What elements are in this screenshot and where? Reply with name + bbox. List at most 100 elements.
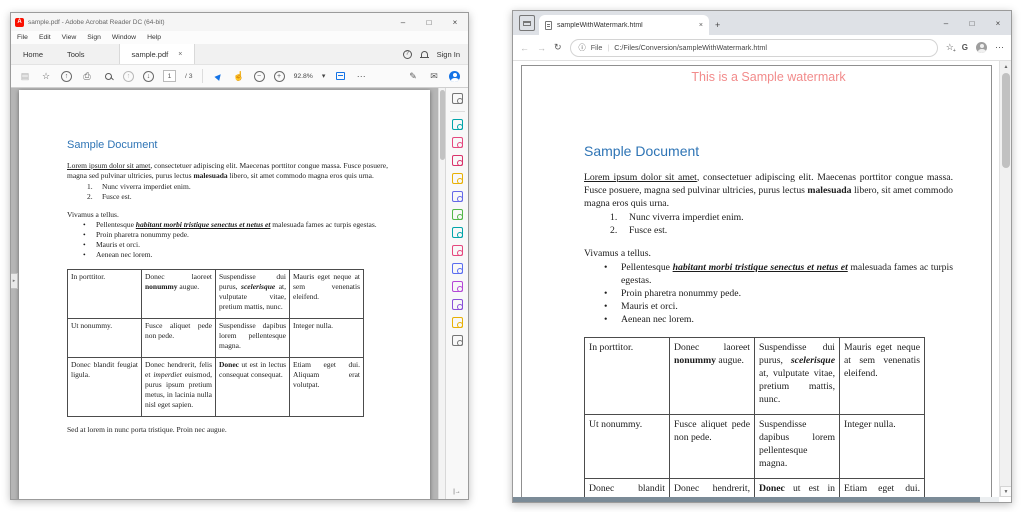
edge-minimize-button[interactable]: – — [933, 11, 959, 35]
table-row: In porttitor.Donec laoreet nonummy augue… — [68, 270, 364, 319]
sign-in-button[interactable]: Sign In — [437, 50, 460, 59]
acrobat-logo-icon: A — [15, 18, 24, 27]
menu-file[interactable]: File — [17, 34, 28, 41]
html-document: Sample DocumentLorem ipsum dolor sit ame… — [584, 142, 953, 502]
fill-sign-icon[interactable] — [452, 245, 463, 256]
tab-actions-menu-icon[interactable] — [519, 15, 535, 31]
menu-window[interactable]: Window — [112, 34, 136, 41]
acrobat-window: A sample.pdf - Adobe Acrobat Reader DC (… — [10, 12, 469, 500]
profile-avatar-icon[interactable] — [976, 42, 987, 53]
more-tools-icon[interactable]: ⋯ — [355, 70, 367, 82]
table-cell: Suspendisse dapibus lorem pellentesque m… — [216, 319, 290, 358]
zoom-caret-icon[interactable]: ▾ — [322, 72, 325, 80]
comment-icon[interactable] — [452, 173, 463, 184]
zoom-level-select[interactable]: 92.8% — [294, 73, 313, 80]
edge-tab-close-icon[interactable]: × — [699, 22, 703, 29]
table-cell: Donec blandit feugiat ligula. — [68, 358, 142, 417]
export-pdf-icon[interactable] — [452, 119, 463, 130]
maximize-button[interactable]: □ — [416, 18, 442, 27]
combine-files-icon[interactable] — [452, 191, 463, 202]
tab-home[interactable]: Home — [11, 44, 55, 64]
organize-pages-icon[interactable] — [452, 209, 463, 220]
certificates-icon[interactable] — [452, 299, 463, 310]
help-icon[interactable]: ? — [403, 50, 412, 59]
hand-tool-icon[interactable]: ☝ — [233, 70, 245, 82]
page-number-input[interactable]: 1 — [163, 70, 176, 82]
previous-page-icon[interactable]: ↑ — [123, 71, 134, 82]
fit-width-icon[interactable] — [334, 70, 346, 82]
tools-sidebar: |→ — [445, 88, 468, 499]
table-cell: Ut nonummy. — [68, 319, 142, 358]
scroll-down-icon[interactable]: ▼ — [1000, 486, 1011, 497]
tab-document[interactable]: sample.pdf × — [119, 44, 196, 64]
share-upload-icon[interactable]: ↑ — [61, 71, 72, 82]
nav-pane-handle-icon[interactable]: ▸ — [11, 273, 18, 289]
next-page-icon[interactable]: ↓ — [143, 71, 154, 82]
zoom-out-icon[interactable]: − — [254, 71, 265, 82]
search-icon[interactable] — [102, 70, 114, 82]
table-cell: Etiam eget dui. Aliquam erat volutpat. — [290, 358, 364, 417]
document-title: Sample Document — [584, 142, 953, 161]
intro-paragraph: Lorem ipsum dolor sit amet, consectetuer… — [67, 161, 388, 181]
bullet-list-item: •Aenean nec lorem. — [584, 313, 953, 326]
scroll-up-icon[interactable]: ▲ — [1000, 61, 1011, 72]
table-cell: Fusce aliquet pede non pede. — [670, 414, 755, 478]
send-comments-icon[interactable] — [452, 317, 463, 328]
settings-more-icon[interactable]: ⋯ — [995, 42, 1004, 53]
account-avatar-icon[interactable] — [449, 71, 460, 82]
desktop: A sample.pdf - Adobe Acrobat Reader DC (… — [0, 0, 1024, 512]
protect-icon[interactable] — [452, 263, 463, 274]
forward-icon[interactable]: → — [537, 43, 546, 53]
menu-view[interactable]: View — [62, 34, 77, 41]
edge-close-button[interactable]: × — [985, 11, 1011, 35]
sidebar-expand-icon[interactable]: |→ — [453, 489, 461, 495]
edge-active-tab[interactable]: sampleWithWatermark.html × — [539, 15, 709, 35]
browser-essentials-icon[interactable]: G — [962, 43, 968, 52]
pdf-vertical-scrollbar[interactable] — [438, 88, 445, 499]
minimize-button[interactable]: – — [390, 18, 416, 27]
select-tool-icon[interactable]: ▶ — [209, 68, 226, 85]
table-cell: Ut nonummy. — [585, 414, 670, 478]
edge-titlebar: sampleWithWatermark.html × + – □ × — [513, 11, 1011, 35]
site-info-icon[interactable]: ⓘ — [579, 43, 586, 53]
send-email-icon[interactable]: ✉ — [428, 70, 440, 82]
content-table: In porttitor.Donec laoreet nonummy augue… — [67, 269, 364, 417]
compress-pdf-icon[interactable] — [452, 227, 463, 238]
refresh-icon[interactable]: ↻ — [554, 42, 562, 53]
prepare-form-icon[interactable] — [452, 281, 463, 292]
edge-vertical-scrollbar[interactable]: ▲ ▼ — [999, 61, 1011, 497]
back-icon[interactable]: ← — [520, 43, 529, 53]
table-cell: Fusce aliquet pede non pede. — [142, 319, 216, 358]
print-icon[interactable]: ⎙ — [81, 70, 93, 82]
menu-edit[interactable]: Edit — [39, 34, 51, 41]
acrobat-toolbar: ▤ ☆ ↑ ⎙ ↑ ↓ 1 / 3 ▶ ☝ − + 92.8% ▾ ⋯ ✎ ✉ — [11, 64, 468, 88]
edge-window: sampleWithWatermark.html × + – □ × ← → ↻… — [512, 10, 1012, 503]
table-cell: Integer nulla. — [840, 414, 925, 478]
new-tab-button[interactable]: + — [715, 20, 720, 30]
star-icon[interactable]: ☆ — [40, 70, 52, 82]
second-paragraph: Vivamus a tellus. — [67, 210, 388, 220]
edit-pdf-icon[interactable] — [452, 155, 463, 166]
zoom-in-icon[interactable]: + — [274, 71, 285, 82]
pdf-document: Sample DocumentLorem ipsum dolor sit ame… — [67, 138, 388, 435]
fill-sign-pen-icon[interactable]: ✎ — [407, 70, 419, 82]
save-icon[interactable]: ▤ — [19, 70, 31, 82]
watermark-text: This is a Sample watermark — [584, 69, 953, 86]
menu-sign[interactable]: Sign — [87, 34, 101, 41]
tab-tools[interactable]: Tools — [55, 44, 97, 64]
search-tools-icon[interactable] — [452, 93, 463, 104]
measure-icon[interactable] — [452, 335, 463, 346]
bullet-list-item: •Mauris et orci. — [584, 300, 953, 313]
page-favicon — [545, 21, 552, 30]
menu-help[interactable]: Help — [147, 34, 161, 41]
address-bar[interactable]: ⓘ File | C:/Files/Conversion/sampleWithW… — [570, 39, 938, 57]
edge-horizontal-scrollbar[interactable] — [513, 497, 999, 502]
close-button[interactable]: × — [442, 18, 468, 27]
acrobat-titlebar: A sample.pdf - Adobe Acrobat Reader DC (… — [11, 13, 468, 31]
bullet-list-item: •Proin pharetra nonummy pede. — [67, 230, 388, 240]
add-favorite-icon[interactable]: ☆ — [946, 42, 954, 53]
create-pdf-icon[interactable] — [452, 137, 463, 148]
notifications-bell-icon[interactable] — [421, 51, 428, 57]
tab-close-icon[interactable]: × — [178, 51, 182, 58]
edge-maximize-button[interactable]: □ — [959, 11, 985, 35]
